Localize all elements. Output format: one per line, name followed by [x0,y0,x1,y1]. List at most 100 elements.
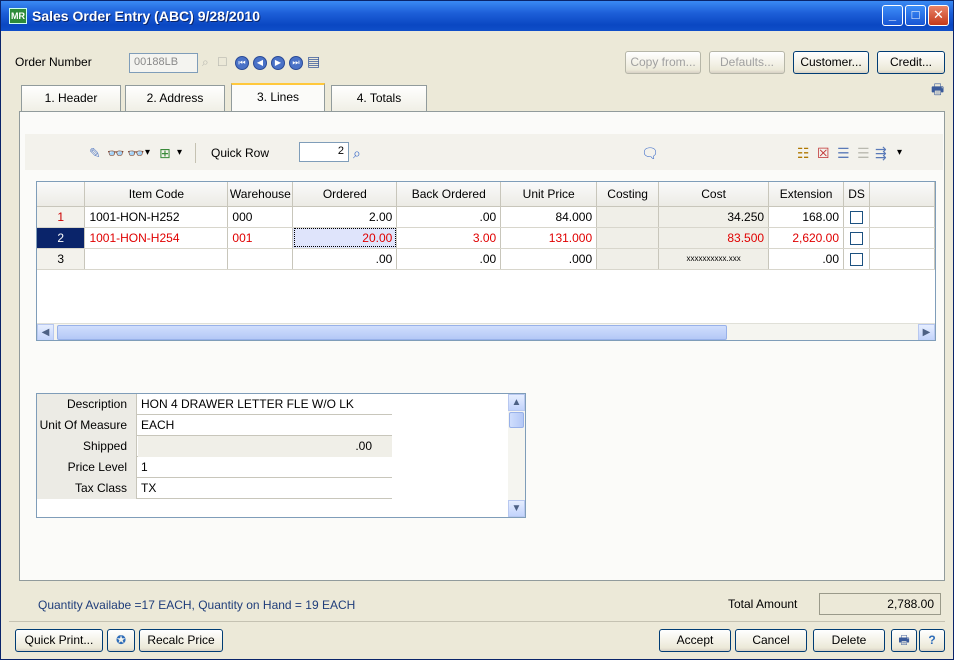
customer-button[interactable]: Customer... [793,51,869,74]
lines-grid[interactable]: Item Code Warehouse Ordered Back Ordered… [36,181,936,341]
costing-cell [596,248,660,270]
tab-header[interactable]: 1. Header [21,85,121,111]
warehouse-cell[interactable]: 001 [227,227,294,249]
vertical-scrollbar[interactable]: ▲ ▼ [508,394,525,517]
column-header-ds[interactable]: DS [843,182,871,207]
unit-price-cell[interactable]: .000 [500,248,598,270]
ordered-cell[interactable]: 2.00 [292,206,398,228]
copy-from-button[interactable]: Copy from... [625,51,701,74]
dropdown-arrow-2-icon[interactable]: ▾ [177,145,182,161]
item-code-cell[interactable]: 1001-HON-H252 [84,206,229,228]
defaults-button[interactable]: Defaults... [709,51,785,74]
quick-row-search-icon[interactable]: ⌕ [353,145,361,161]
row-down-icon[interactable]: ☰ [857,145,870,161]
column-header-warehouse[interactable]: Warehouse [227,182,294,207]
item-code-cell[interactable] [84,248,229,270]
ds-checkbox[interactable] [843,227,871,249]
dropdown-arrow-3-icon[interactable]: ▾ [897,145,902,161]
table-row[interactable]: 2 1001-HON-H254 001 20.00 3.00 131.000 8… [37,227,935,249]
cancel-button[interactable]: Cancel [735,629,807,652]
next-record-icon[interactable]: ▶ [271,56,285,70]
tab-totals[interactable]: 4. Totals [331,85,427,111]
grid-header-row: Item Code Warehouse Ordered Back Ordered… [37,182,935,207]
edit-icon[interactable]: ✎ [89,145,101,161]
unit-price-cell[interactable]: 84.000 [500,206,598,228]
sort-icon[interactable]: ☷ [797,145,810,161]
minimize-button[interactable]: _ [882,5,903,26]
extension-cell[interactable]: 168.00 [768,206,845,228]
detail-value[interactable]: 1 [141,457,391,478]
ordered-cell[interactable]: .00 [292,248,398,270]
printer-icon[interactable]: 🖶 [931,79,944,103]
last-record-icon[interactable]: ⏭ [289,56,303,70]
help-icon[interactable]: ? [919,629,945,652]
extension-cell[interactable]: .00 [768,248,845,270]
detail-value[interactable]: HON 4 DRAWER LETTER FLE W/O LK [141,394,391,415]
horizontal-scrollbar[interactable]: ◀ ▶ [37,323,935,340]
title-bar[interactable]: MR Sales Order Entry (ABC) 9/28/2010 _ □… [1,1,953,31]
column-header-extension[interactable]: Extension [768,182,845,207]
first-record-icon[interactable]: ⏮ [235,56,249,70]
binoculars-red-icon[interactable]: 👓 [127,145,144,161]
insert-row-icon[interactable]: ⊞ [159,145,171,161]
costing-cell [596,206,660,228]
detail-value[interactable]: TX [141,478,391,499]
scroll-down-icon[interactable]: ▼ [508,500,525,517]
order-number-field[interactable]: 00188LB [129,53,198,73]
list-icon[interactable]: ▤ [307,53,320,70]
delete-button[interactable]: Delete [813,629,885,652]
scroll-up-icon[interactable]: ▲ [508,394,525,411]
scrollbar-thumb[interactable] [57,325,727,340]
item-code-cell[interactable]: 1001-HON-H254 [84,227,229,249]
back-ordered-cell[interactable]: .00 [396,206,502,228]
maximize-button[interactable]: □ [905,5,926,26]
accept-button[interactable]: Accept [659,629,731,652]
column-header-back-ordered[interactable]: Back Ordered [396,182,502,207]
comment-icon[interactable]: 🗨 [641,145,659,161]
tab-lines[interactable]: 3. Lines [231,83,325,111]
scroll-right-icon[interactable]: ▶ [918,324,935,340]
ds-checkbox[interactable] [843,248,871,270]
total-amount-label: Total Amount [728,597,798,611]
row-number[interactable]: 2 [37,227,86,249]
row-number[interactable]: 3 [37,248,86,270]
column-header-ordered[interactable]: Ordered [292,182,398,207]
extension-cell[interactable]: 2,620.00 [768,227,845,249]
print-icon[interactable]: 🖶 [891,629,917,652]
back-ordered-cell[interactable]: .00 [396,248,502,270]
column-header-cost[interactable]: Cost [658,182,770,207]
binoculars-icon[interactable]: 👓 [107,145,124,161]
column-header-costing[interactable]: Costing [596,182,660,207]
warehouse-cell[interactable] [227,248,294,270]
lookup-icon[interactable]: ⌕ [202,55,209,70]
ds-checkbox[interactable] [843,206,871,228]
previous-record-icon[interactable]: ◀ [253,56,267,70]
vertical-scrollbar-thumb[interactable] [509,412,524,428]
quick-row-field[interactable]: 2 [299,142,349,162]
table-row[interactable]: 3 .00 .00 .000 xxxxxxxxxx.xxx .00 [37,248,935,270]
close-button[interactable]: ✕ [928,5,949,26]
detail-value[interactable]: EACH [141,415,391,436]
back-ordered-cell[interactable]: 3.00 [396,227,502,249]
ordered-cell[interactable]: 20.00 [292,227,398,249]
warehouse-cell[interactable]: 000 [227,206,294,228]
column-header-item-code[interactable]: Item Code [84,182,229,207]
delete-line-icon[interactable]: ☒ [817,145,830,161]
customize-icon[interactable]: ⇶ [875,145,887,161]
row-number[interactable]: 1 [37,206,86,228]
total-amount-field: 2,788.00 [819,593,941,615]
dropdown-arrow-icon[interactable]: ▾ [145,145,150,161]
column-header-unit-price[interactable]: Unit Price [500,182,598,207]
row-up-icon[interactable]: ☰ [837,145,850,161]
quick-print-button[interactable]: Quick Print... [15,629,103,652]
tab-address[interactable]: 2. Address [125,85,225,111]
credit-button[interactable]: Credit... [877,51,945,74]
recalc-price-button[interactable]: Recalc Price [139,629,223,652]
new-icon[interactable]: ☐ [217,55,228,69]
wizard-icon[interactable]: ✪ [107,629,135,652]
unit-price-cell[interactable]: 131.000 [500,227,598,249]
column-header-filler [869,182,935,207]
scroll-left-icon[interactable]: ◀ [37,324,54,340]
filler-cell [869,227,935,249]
table-row[interactable]: 1 1001-HON-H252 000 2.00 .00 84.000 34.2… [37,206,935,228]
